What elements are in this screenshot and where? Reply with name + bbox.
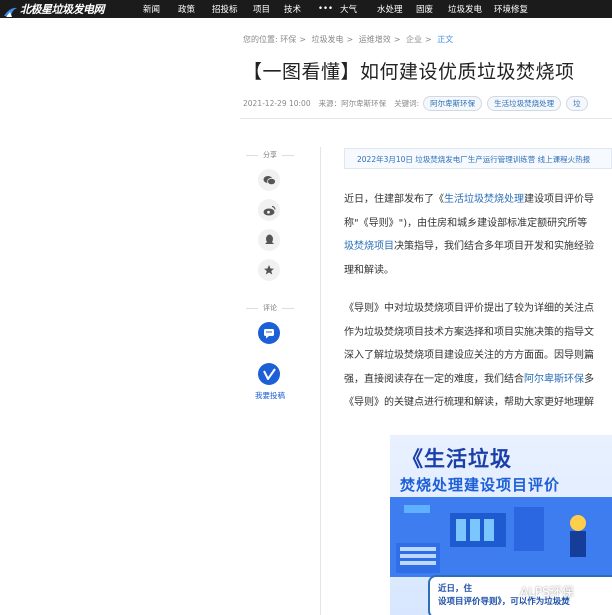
keyword-tag[interactable]: 阿尔卑斯环保 — [423, 96, 483, 111]
weibo-icon[interactable] — [258, 199, 280, 221]
keyword-link[interactable]: 生活垃圾焚烧处理 — [444, 194, 524, 205]
nav-item[interactable]: 环境修复 — [494, 3, 540, 15]
keywords-label: 关键词: — [394, 99, 420, 108]
wechat-watermark-icon — [503, 584, 517, 599]
nav-item[interactable]: 垃圾发电 — [448, 3, 494, 15]
article-infographic: 《生活垃圾 焚烧处理建设项目评价 近日，住 设项目评价导则》，可以作为垃圾焚 — [390, 435, 612, 615]
keyword-link[interactable]: 阿尔卑斯环保 — [524, 374, 584, 385]
infographic-title: 《生活垃圾 — [402, 447, 512, 471]
divider — [320, 147, 321, 615]
nav-item[interactable]: 大气 — [340, 3, 377, 15]
breadcrumb: 您的位置: 环保 > 垃圾发电 > 运维增效 > 企业 > 正文 — [243, 35, 454, 44]
keyword-tag[interactable]: 垃 — [566, 96, 588, 111]
article-title: 【一图看懂】如何建设优质垃圾焚烧项 — [243, 61, 575, 83]
nav-item[interactable]: 技术 — [284, 3, 318, 15]
submit-article-link[interactable]: 我要投稿 — [240, 390, 300, 401]
breadcrumb-prefix: 您的位置: — [243, 35, 278, 44]
nav-item[interactable]: 政策 — [178, 3, 212, 15]
share-label: 分享 — [263, 151, 277, 159]
logo-star-icon — [3, 3, 18, 17]
notice-banner[interactable]: 2022年3月10日 垃圾焚烧发电厂生产运行管理训练营 线上课程火热报 — [344, 148, 612, 169]
breadcrumb-link[interactable]: 环保 — [280, 35, 296, 44]
comment-icon[interactable] — [258, 322, 280, 344]
submit-icon[interactable] — [258, 363, 280, 385]
article-source: 来源：阿尔卑斯环保 — [318, 99, 387, 108]
main-nav: 新闻 政策 招投标 项目 技术 ••• 大气 水处理 固废 垃圾发电 环境修复 — [143, 3, 540, 15]
breadcrumb-link[interactable]: 垃圾发电 — [312, 35, 344, 44]
favorite-icon[interactable] — [258, 259, 280, 281]
article-date: 2021-12-29 10:00 — [243, 99, 311, 108]
nav-item[interactable]: 固废 — [416, 3, 448, 15]
nav-item[interactable]: 招投标 — [212, 3, 253, 15]
breadcrumb-current: 正文 — [437, 35, 454, 44]
article-paragraph: 近日，住建部发布了《生活垃圾焚烧处理建设项目评价导 称"《导则》")，由住房和城… — [344, 194, 594, 276]
divider — [240, 118, 612, 119]
comment-label: 评论 — [263, 304, 277, 312]
breadcrumb-link[interactable]: 运维增效 — [359, 35, 391, 44]
nav-item[interactable]: ••• — [318, 4, 340, 14]
keyword-link[interactable]: 圾焚烧项目 — [344, 241, 394, 252]
qq-icon[interactable] — [258, 229, 280, 251]
nav-item[interactable]: 新闻 — [143, 3, 178, 15]
article-paragraph: 《导则》中对垃圾焚烧项目评价提出了较为详细的关注点 作为垃圾焚烧项目技术方案选择… — [344, 303, 594, 408]
nav-item[interactable]: 水处理 — [377, 3, 416, 15]
keyword-tag[interactable]: 生活垃圾焚烧处理 — [487, 96, 562, 111]
article-meta: 2021-12-29 10:00 来源：阿尔卑斯环保 关键词: 阿尔卑斯环保 生… — [243, 96, 593, 111]
top-nav-bar: 北极星垃圾发电网 新闻 政策 招投标 项目 技术 ••• 大气 水处理 固废 垃圾发电 环境修复 — [0, 0, 612, 18]
logo-text: 北极星垃圾发电网 — [20, 3, 105, 16]
nav-item[interactable]: 项目 — [253, 3, 284, 15]
infographic-subtitle: 焚烧处理建设项目评价 — [400, 476, 561, 494]
breadcrumb-link[interactable]: 企业 — [406, 35, 422, 44]
watermark: ALPS环保 — [503, 583, 574, 600]
wechat-icon[interactable] — [258, 169, 280, 191]
site-logo[interactable]: 北极星垃圾发电网 — [3, 1, 143, 17]
